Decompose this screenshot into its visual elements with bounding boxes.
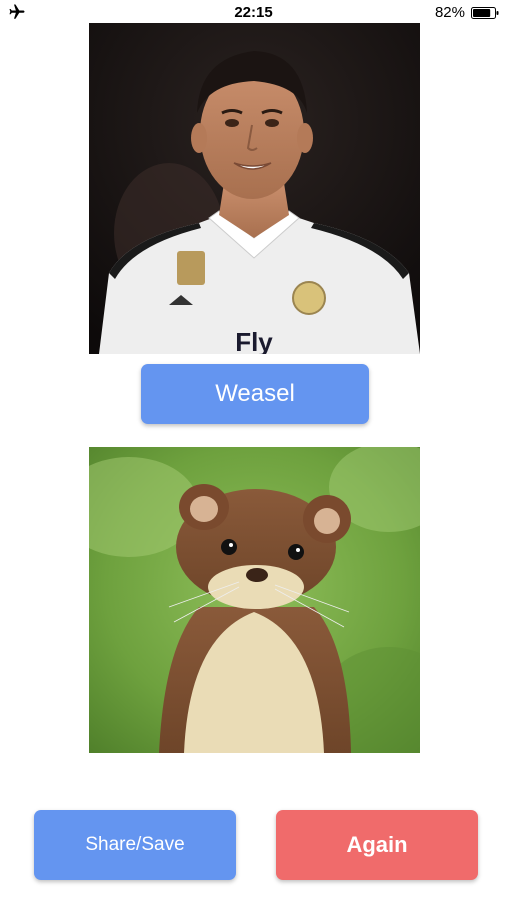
jersey-text: Fly xyxy=(235,327,273,354)
status-time: 22:15 xyxy=(234,4,273,21)
animal-photo xyxy=(89,447,420,753)
share-save-button[interactable]: Share/Save xyxy=(34,810,236,880)
battery-percentage: 82% xyxy=(434,4,465,21)
battery-icon xyxy=(471,7,499,19)
person-photo: Fly xyxy=(89,23,420,354)
again-button[interactable]: Again xyxy=(276,810,478,880)
result-label-button[interactable]: Weasel xyxy=(141,364,369,424)
